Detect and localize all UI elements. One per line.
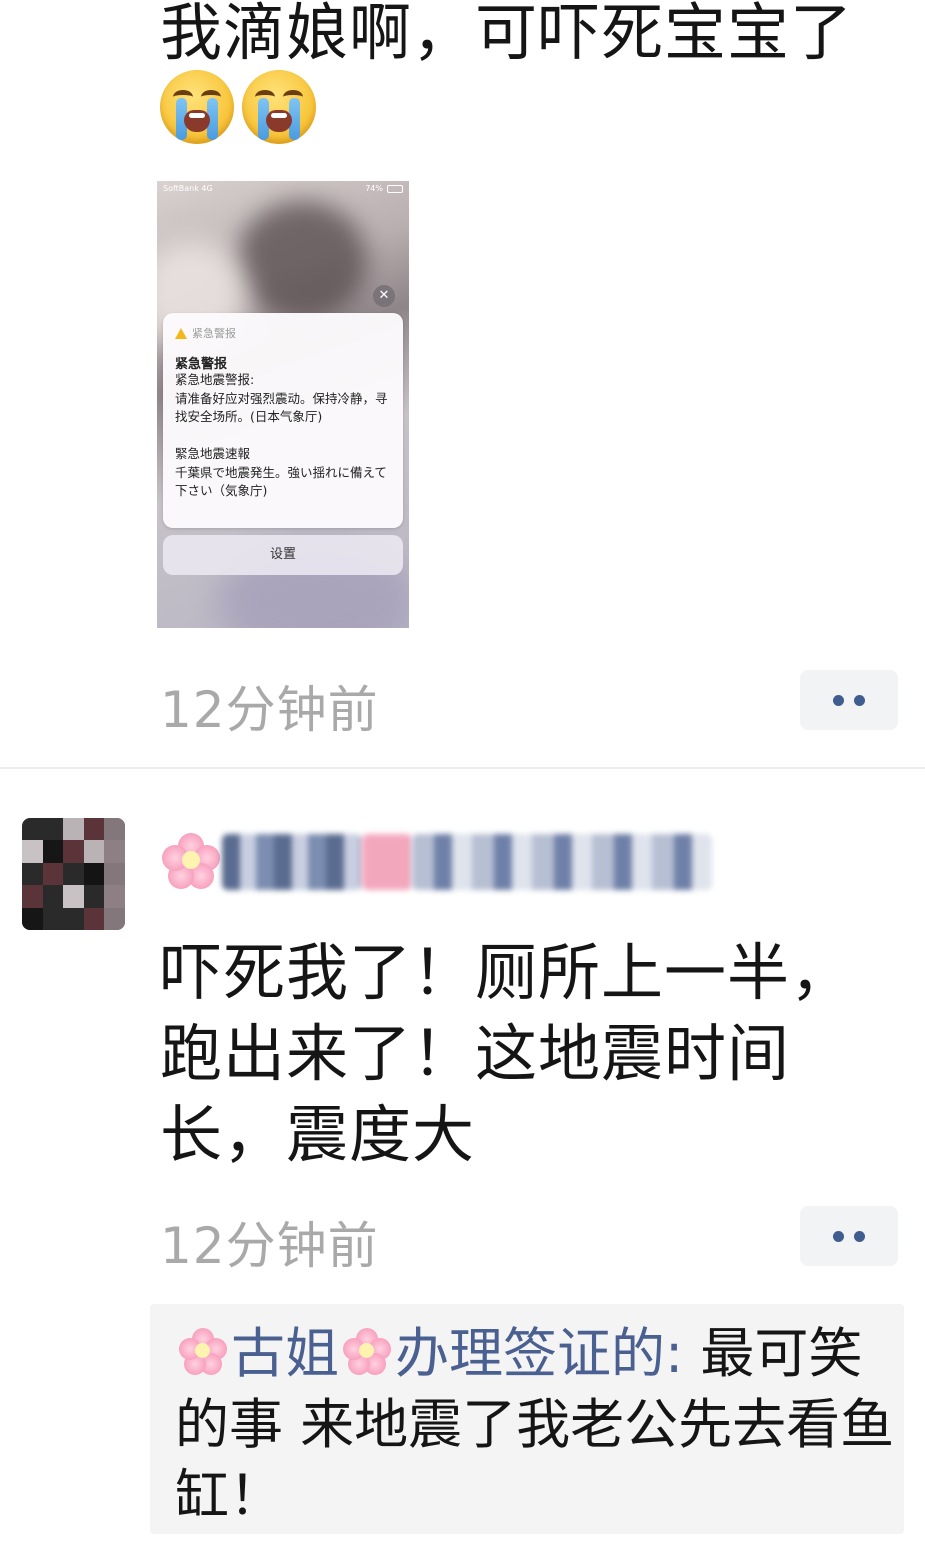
commenter-name-part[interactable]: 古姐 — [231, 1322, 339, 1385]
commenter-name-part[interactable]: 办理签证的 — [395, 1322, 665, 1385]
cherry-blossom-icon — [339, 1326, 395, 1378]
more-actions-button[interactable] — [800, 1206, 898, 1266]
alert-title: 紧急警报 — [175, 357, 228, 372]
more-dot-icon — [854, 694, 865, 706]
more-actions-button[interactable] — [800, 670, 898, 730]
pixelated-name-part — [362, 834, 412, 890]
post-text: 吓死我了！厕所上一半，跑出来了！这地震时间长，震度大 — [160, 936, 854, 1171]
cherry-blossom-icon — [160, 831, 222, 893]
post-text: 我滴娘啊，可吓死宝宝了 — [160, 0, 854, 69]
alert-settings-button: 设置 — [163, 535, 403, 575]
cherry-blossom-icon — [175, 1326, 231, 1378]
pixelated-name-part — [412, 834, 712, 890]
alert-header-label: 紧急警报 — [192, 327, 236, 340]
post-timestamp: 12分钟前 — [160, 681, 379, 739]
name-colon: : — [665, 1322, 701, 1385]
emoji-row — [160, 70, 316, 144]
battery-icon — [387, 184, 403, 193]
poster-name-blurred[interactable] — [160, 822, 780, 902]
more-dot-icon — [833, 1230, 844, 1242]
avatar[interactable] — [22, 818, 125, 930]
more-dot-icon — [854, 1230, 865, 1242]
post-divider — [0, 767, 925, 769]
emergency-alert-card: 紧急警报 紧急警报 紧急地震警报: 请准备好应对强烈震动。保持冷静，寻找安全场所… — [163, 313, 403, 528]
phone-status-bar: SoftBank 4G 74% — [163, 184, 403, 193]
comment-item[interactable]: 古姐 办理签证的: 最可笑的事 来地震了我老公先去看鱼缸！ — [175, 1318, 895, 1531]
pixelated-name-part — [222, 834, 362, 890]
alert-header: 紧急警报 — [175, 325, 236, 341]
post-timestamp: 12分钟前 — [160, 1217, 379, 1275]
close-icon: ✕ — [373, 285, 395, 307]
more-dot-icon — [833, 694, 844, 706]
carrier-label: SoftBank 4G — [163, 184, 213, 193]
crying-face-icon — [160, 70, 234, 144]
warning-icon — [175, 327, 187, 339]
crying-face-icon — [242, 70, 316, 144]
alert-body: 紧急地震警报: 请准备好应对强烈震动。保持冷静，寻找安全场所。(日本气象厅) 緊… — [175, 372, 388, 498]
post-image-thumbnail[interactable]: SoftBank 4G 74% ✕ 紧急警报 紧急警报 紧急地震警报: 请准备好… — [157, 181, 409, 628]
battery-label: 74% — [365, 184, 383, 193]
